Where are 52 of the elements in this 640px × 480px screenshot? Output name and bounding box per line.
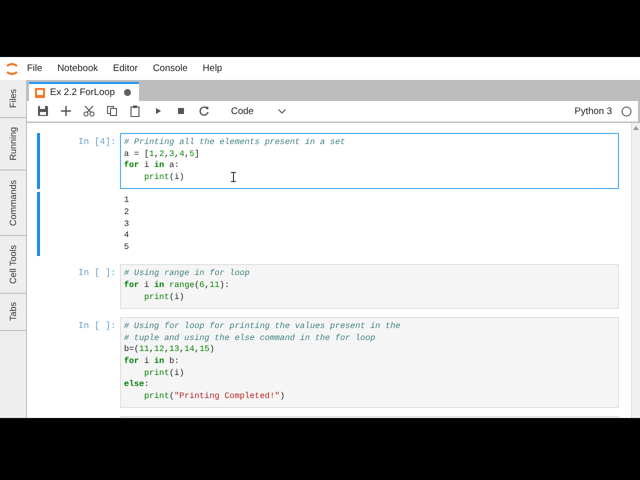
add-icon [60, 105, 72, 117]
code-editor[interactable]: # Using range in for loop for i in range(6,11): print(i) [120, 264, 619, 310]
code-line: for i in a: [124, 160, 180, 172]
clipboard-icon [129, 105, 141, 117]
output-line: 4 [124, 230, 130, 242]
output-line: 2 [124, 206, 130, 219]
sidebar-tab[interactable]: Commands [0, 170, 26, 236]
code-line: a = [1,2,3,4,5] [124, 148, 200, 160]
output-line: 5 [124, 242, 130, 254]
code-line: print(i) [144, 172, 184, 184]
code-line: print("Printing Completed!") [144, 390, 285, 402]
sidebar-tab[interactable]: Tabs [0, 293, 26, 332]
input-prompt: In [4]: [77, 136, 117, 149]
unsaved-dot-icon [124, 89, 131, 96]
code-editor[interactable]: # Printing all the elements present in a set a = [1,2,3,4,5] for i in a: print(i) [120, 133, 619, 190]
code-line: for i in range(6,11): [124, 280, 230, 292]
scrollbar[interactable] [631, 123, 640, 418]
kernel-name[interactable]: Python 3 [574, 106, 612, 116]
logo-icon [6, 62, 18, 76]
code-line: # Printing all the elements present in a set [124, 137, 346, 149]
code-line: print(i) [144, 292, 184, 304]
code-line: else: [124, 379, 150, 391]
restart-icon [198, 105, 210, 117]
cell-selection-bar[interactable] [37, 133, 40, 190]
sidebar-tab[interactable]: Files [0, 80, 26, 118]
input-prompt: In [ ]: [77, 320, 117, 334]
menu-item[interactable]: Help [202, 63, 222, 74]
scissors-icon [83, 105, 95, 117]
code-line: # Using for loop for printing the values present in the [124, 321, 400, 333]
stop-icon [175, 105, 187, 117]
code-line: b=(11,12,13,14,15) [124, 344, 215, 356]
code-line: print(i) [144, 368, 184, 380]
caret-icon [278, 108, 286, 114]
output-line: 3 [124, 218, 130, 230]
menu-item[interactable]: Editor [112, 63, 138, 74]
document-tab[interactable]: Ex 2.2 ForLoop [29, 82, 139, 101]
code-line: # tuple and using the else command in the for loop [124, 332, 376, 344]
notebook-icon [35, 88, 45, 98]
menu-item[interactable]: File [27, 63, 42, 74]
copy-icon [106, 105, 118, 117]
sidebar-tab[interactable]: Cell Tools [0, 236, 26, 294]
cell-type-dropdown[interactable]: Code [227, 104, 290, 118]
code-editor[interactable]: # Using for loop for printing the values present in the # tuple and using the else command in the for loop b=(11,12,13,14,15) for i in b: print(i) else: print("Printing Completed!") [120, 317, 619, 408]
output-line: 1 [124, 195, 130, 207]
menu-item[interactable]: Notebook [57, 63, 98, 74]
code-line: for i in b: [124, 356, 180, 368]
input-prompt: In [ ]: [77, 267, 117, 280]
save-icon [37, 105, 49, 117]
sidebar-tab[interactable]: Running [0, 118, 26, 171]
text-cursor-icon [231, 172, 236, 182]
menu-item[interactable]: Console [152, 63, 188, 74]
code-line: # Using range in for loop [124, 268, 250, 280]
